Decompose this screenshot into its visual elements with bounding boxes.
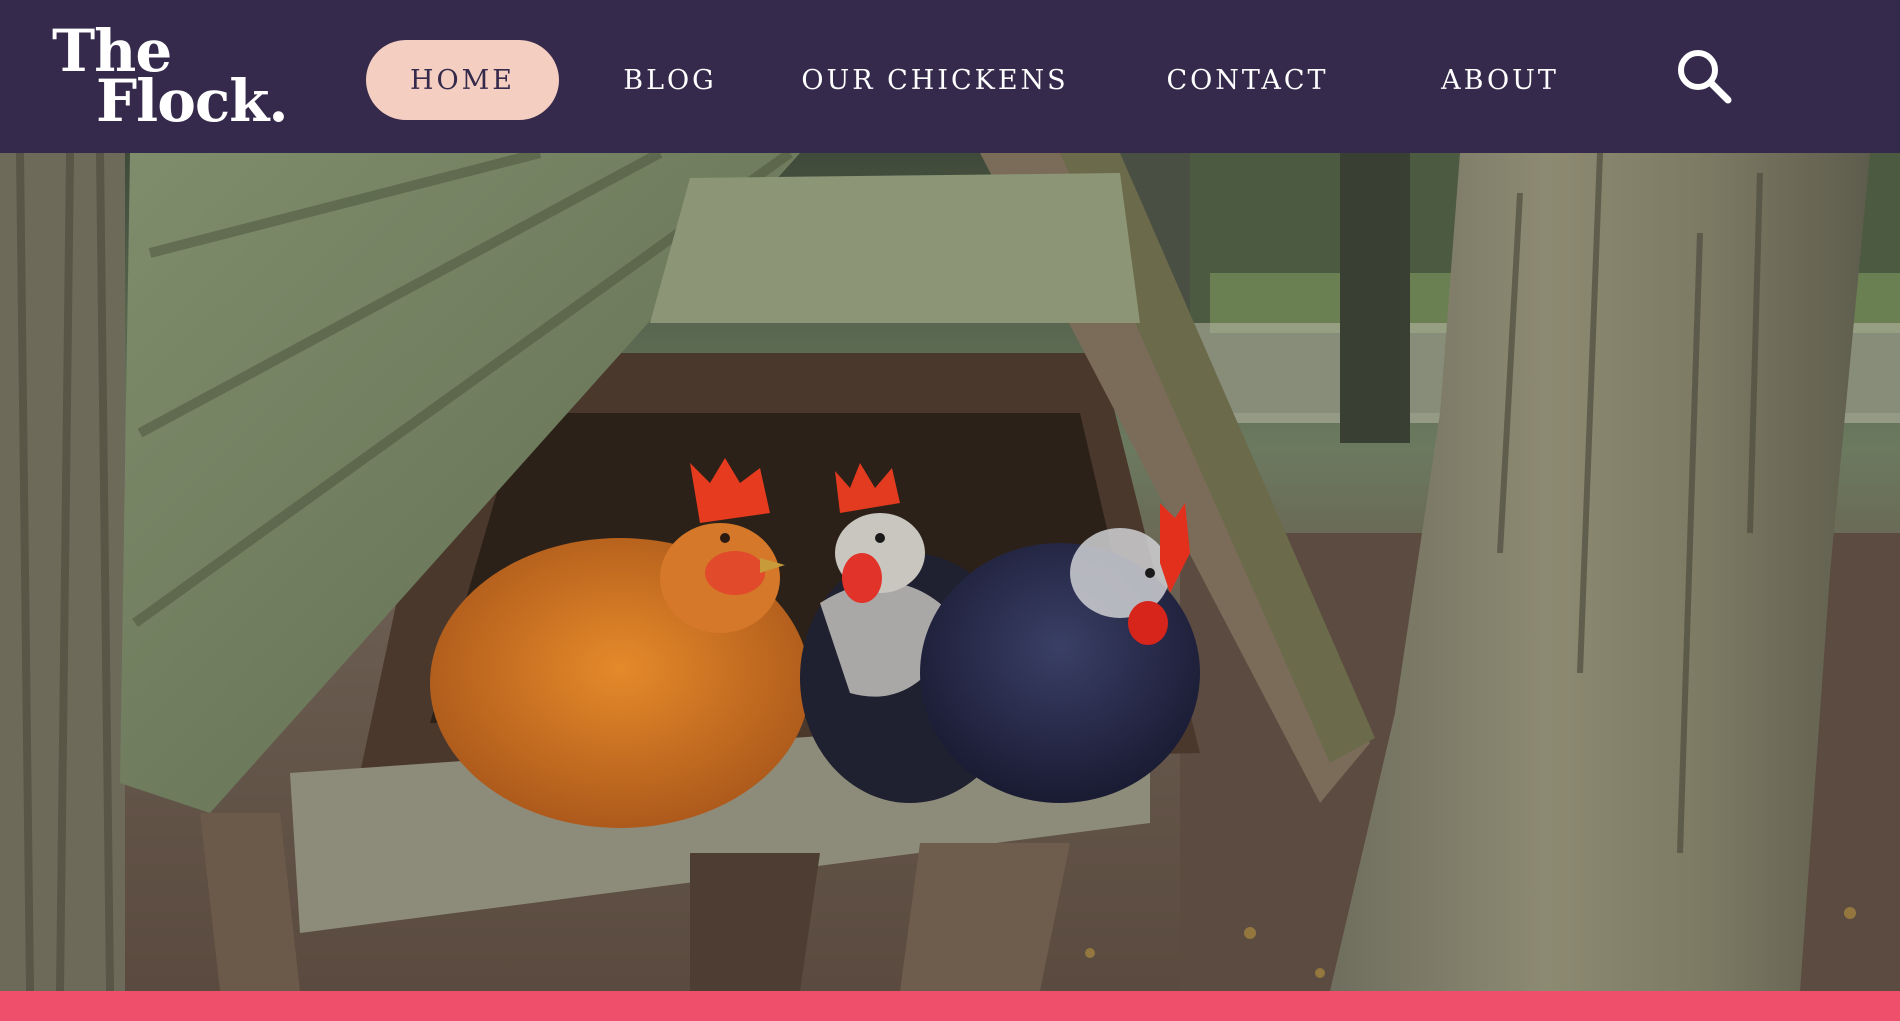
hero-image [0, 153, 1900, 991]
nav-item-our-chickens[interactable]: OUR CHICKENS [790, 40, 1080, 120]
site-logo[interactable]: The Flock. [52, 22, 289, 132]
nav-item-home[interactable]: HOME [366, 40, 559, 120]
search-icon[interactable] [1672, 44, 1738, 110]
nav-item-about[interactable]: ABOUT [1410, 40, 1590, 120]
nav-item-blog[interactable]: BLOG [600, 40, 740, 120]
accent-bar [0, 991, 1900, 1021]
hero-illustration [0, 153, 1900, 991]
nav-item-contact[interactable]: CONTACT [1140, 40, 1355, 120]
logo-line-2: Flock. [96, 67, 289, 135]
site-header: The Flock. HOME BLOG OUR CHICKENS CONTAC… [0, 0, 1900, 153]
